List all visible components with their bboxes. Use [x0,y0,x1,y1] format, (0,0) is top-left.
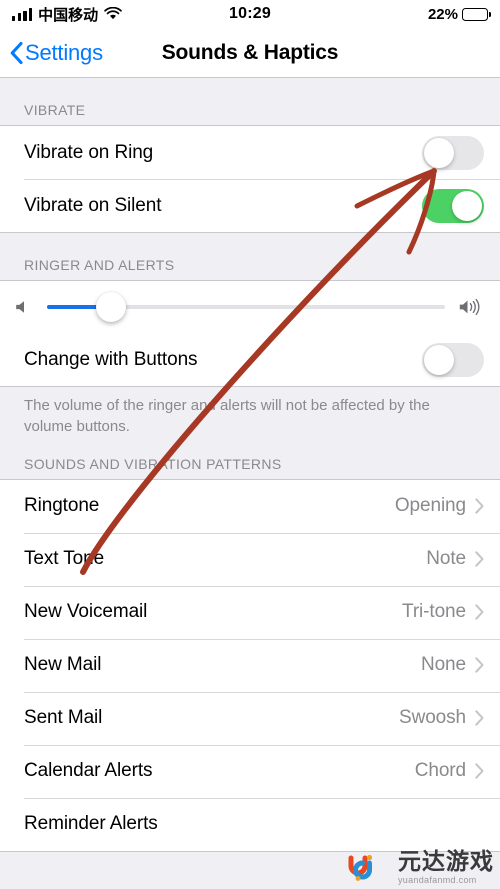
row-new-mail[interactable]: New Mail None [0,638,500,692]
volume-slider-knob[interactable] [95,292,126,322]
row-label: New Mail [24,654,102,676]
battery-icon [462,7,492,21]
row-accessory [422,188,484,223]
speaker-wave-icon [459,298,480,316]
chevron-right-icon [475,710,484,726]
watermark-brand: 元达游戏 [398,848,494,874]
row-value: Tri-tone [402,601,466,623]
row-accessory: Note [426,548,484,570]
toggle-knob [452,190,482,221]
row-calendar-alerts[interactable]: Calendar Alerts Chord [0,744,500,798]
row-label: New Voicemail [24,601,148,623]
toggle-vibrate-on-ring[interactable] [422,135,484,170]
section-header-vibrate: VIBRATE [0,78,500,125]
row-sent-mail[interactable]: Sent Mail Swoosh [0,691,500,745]
toggle-knob [424,344,454,375]
row-value: Swoosh [399,707,466,729]
chevron-right-icon [475,763,484,779]
watermark-url: yuandafanmd.com [398,875,477,885]
navigation-bar: Settings Sounds & Haptics [0,28,500,78]
settings-list[interactable]: VIBRATE Vibrate on Ring Vibrate on Silen… [0,78,500,889]
row-accessory [422,342,484,377]
chevron-right-icon [475,604,484,620]
footnote-ringer-and-alerts: The volume of the ringer and alerts will… [0,387,500,438]
row-accessory [422,135,484,170]
section-sounds-and-vibration-patterns: Ringtone Opening Text Tone Note New Voic… [0,478,500,852]
row-value: Chord [414,760,466,782]
section-ringer-and-alerts: Change with Buttons [0,280,500,387]
row-label: Vibrate on Silent [24,194,162,216]
status-bar-clock: 10:29 [229,5,271,22]
row-label: Vibrate on Ring [24,141,154,163]
row-reminder-alerts[interactable]: Reminder Alerts [0,797,500,851]
volume-slider-track[interactable] [47,292,445,322]
toggle-vibrate-on-silent[interactable] [422,188,484,223]
row-label: Calendar Alerts [24,760,153,782]
row-vibrate-on-silent[interactable]: Vibrate on Silent [0,179,500,232]
row-label: Change with Buttons [24,348,198,370]
row-value: Opening [394,495,466,517]
row-text-tone[interactable]: Text Tone Note [0,532,500,586]
phone-screen: 中国移动 10:29 22% Settings Sounds & Haptics [0,0,500,889]
row-ringer-volume[interactable] [0,281,500,333]
chevron-right-icon [475,498,484,514]
section-vibrate: Vibrate on Ring Vibrate on Silent [0,125,500,233]
section-header-ringer-and-alerts: RINGER AND ALERTS [0,233,500,280]
row-accessory: Opening [395,495,484,517]
row-label: Reminder Alerts [24,813,158,835]
row-value: Note [426,548,466,570]
watermark: 元达游戏 yuandafanmd.com [347,850,494,885]
row-accessory: Tri-tone [402,601,484,623]
chevron-right-icon [475,657,484,673]
row-vibrate-on-ring[interactable]: Vibrate on Ring [0,126,500,179]
section-header-sounds-and-vibration-patterns: SOUNDS AND VIBRATION PATTERNS [0,437,500,479]
watermark-text: 元达游戏 yuandafanmd.com [398,850,494,885]
row-label: Sent Mail [24,707,103,729]
chevron-left-icon [10,41,23,64]
yuanda-logo-icon [348,854,373,881]
chevron-right-icon [475,551,484,567]
back-button-label: Settings [25,39,103,65]
row-new-voicemail[interactable]: New Voicemail Tri-tone [0,585,500,639]
status-bar-right: 22% [427,5,492,23]
row-ringtone[interactable]: Ringtone Opening [0,479,500,533]
row-accessory: Swoosh [399,707,484,729]
toggle-change-with-buttons[interactable] [422,342,484,377]
toggle-knob [424,137,454,168]
battery-percent-label: 22% [427,5,458,23]
row-label: Ringtone [24,495,100,517]
speaker-mute-icon [16,301,24,313]
row-value: None [420,654,466,676]
row-accessory: Chord [415,760,484,782]
row-label: Text Tone [24,548,105,570]
row-change-with-buttons[interactable]: Change with Buttons [0,333,500,386]
row-accessory: None [421,654,484,676]
back-button[interactable]: Settings [0,40,103,66]
status-bar: 中国移动 10:29 22% [0,0,500,28]
